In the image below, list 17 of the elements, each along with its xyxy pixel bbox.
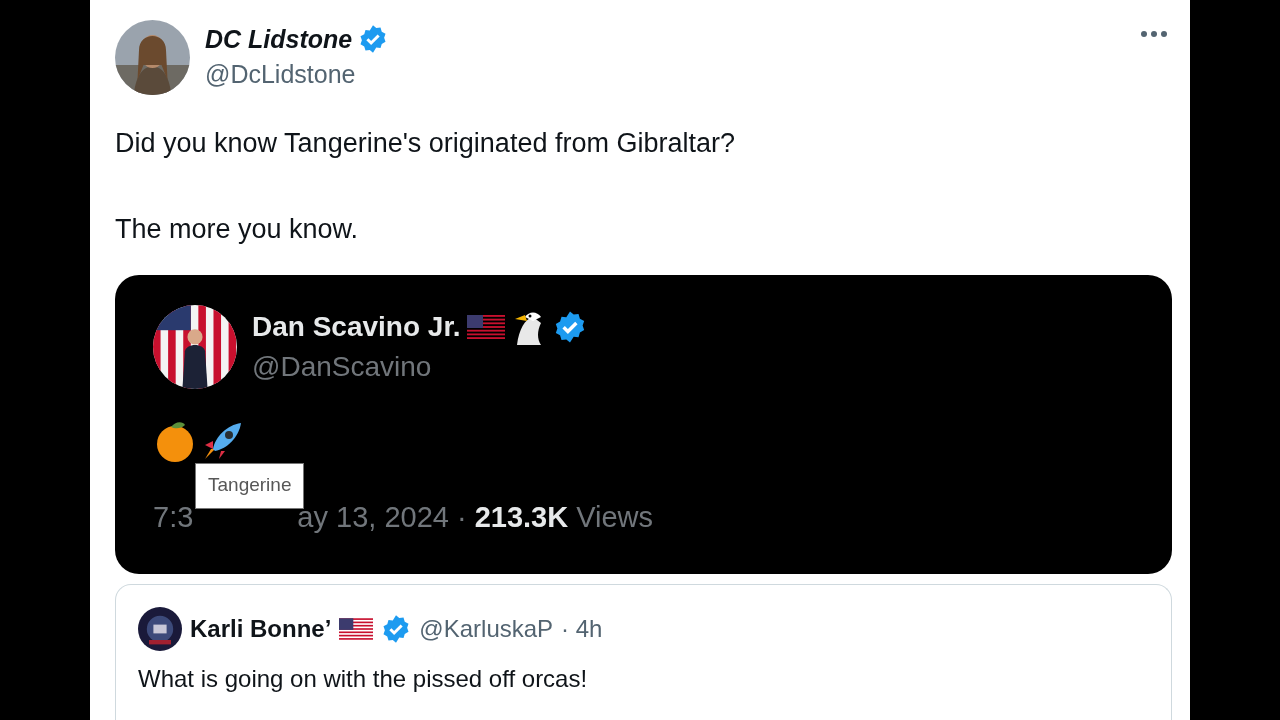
- embedded-author-handle: @DanScavino: [252, 351, 433, 383]
- reply-text: What is going on with the pissed off orcas!: [138, 665, 589, 693]
- view-count: 213.3K: [474, 501, 569, 534]
- author-name[interactable]: DC Lidstone: [205, 24, 353, 54]
- reply-author-handle[interactable]: @KarluskaP: [419, 615, 554, 643]
- quoted-tweet-card[interactable]: Karli Bonne’ @KarluskaP · 4h What is going on with the pissed off orcas!: [115, 584, 1172, 720]
- tweet-text: The more you know.: [115, 214, 360, 245]
- reply-author-name[interactable]: Karli Bonne’: [190, 615, 332, 643]
- flag-icon: [466, 314, 505, 340]
- flag-icon: [339, 617, 374, 641]
- author-handle[interactable]: @DcLidstone: [205, 60, 1121, 89]
- tweet-text: Did you know Tangerine's originated from Gibraltar?: [115, 128, 736, 159]
- post-time: · 4h: [561, 615, 603, 643]
- views-label: Views: [576, 501, 653, 534]
- embedded-author-name: Dan Scavino Jr.: [252, 311, 461, 343]
- timestamp: 7:3: [153, 501, 194, 534]
- tooltip: Tangerine: [195, 463, 305, 509]
